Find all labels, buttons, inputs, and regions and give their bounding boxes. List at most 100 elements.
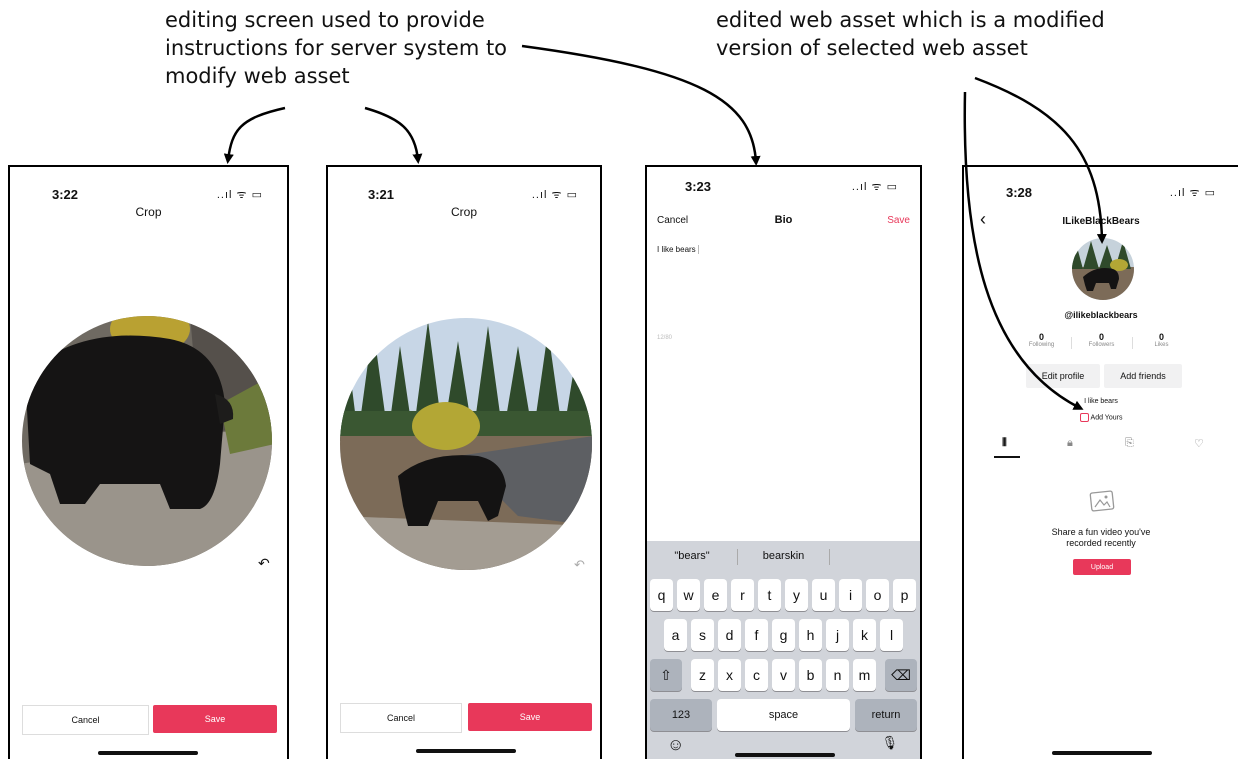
- crop-title: Crop: [450, 205, 477, 219]
- undo-icon[interactable]: ↶: [258, 555, 270, 572]
- key-o[interactable]: o: [866, 579, 889, 611]
- annotation-line: instructions for server system to: [165, 36, 508, 60]
- key-l[interactable]: l: [880, 619, 903, 651]
- add-friends-button[interactable]: Add friends: [1104, 364, 1182, 388]
- key-z[interactable]: z: [691, 659, 714, 691]
- tab-liked-icon[interactable]: ♡: [1194, 437, 1204, 450]
- phone-crop-2: 3:21 ..ıl ᯤ ▭ Crop ↶ Cancel Save: [326, 165, 602, 759]
- phone-crop-1: 3:22 ..ıl ᯤ ▭ Crop ↶ Cancel Save: [8, 165, 289, 759]
- profile-avatar[interactable]: [1071, 237, 1135, 301]
- annotation-line: modify web asset: [165, 64, 350, 88]
- key-p[interactable]: p: [893, 579, 916, 611]
- tab-private-lock-icon[interactable]: 🔒︎: [1067, 437, 1073, 450]
- key-r[interactable]: r: [731, 579, 754, 611]
- cancel-button[interactable]: Cancel: [340, 703, 462, 733]
- empty-state-line: Share a fun video you've: [1051, 527, 1151, 537]
- cancel-button[interactable]: Cancel: [22, 705, 149, 735]
- empty-state-line: recorded recently: [1066, 538, 1136, 548]
- status-time: 3:23: [685, 179, 712, 194]
- suggestion-2[interactable]: bearskin: [738, 550, 829, 562]
- undo-icon[interactable]: ↶: [574, 557, 585, 573]
- key-w[interactable]: w: [677, 579, 700, 611]
- bear-photo-crop[interactable]: [338, 316, 594, 572]
- photo-placeholder-icon: [1089, 490, 1115, 512]
- status-time: 3:28: [1006, 185, 1033, 200]
- add-yours-link[interactable]: Add Yours: [964, 413, 1238, 422]
- profile-handle: @ilikeblackbears: [1064, 310, 1138, 320]
- tab-videos-icon[interactable]: ⦀: [1002, 437, 1007, 450]
- home-indicator: [735, 753, 835, 757]
- key-u[interactable]: u: [812, 579, 835, 611]
- arrow-to-phone2: [364, 106, 423, 164]
- key-f[interactable]: f: [745, 619, 768, 651]
- profile-bio: I like bears: [1084, 398, 1118, 405]
- status-icons: ..ıl ᯤ ▭: [1169, 187, 1216, 199]
- stat-number: 0: [1098, 332, 1104, 342]
- bio-text-input[interactable]: I like bears: [657, 245, 699, 254]
- home-indicator: [416, 749, 516, 753]
- key-a[interactable]: a: [664, 619, 687, 651]
- key-b[interactable]: b: [799, 659, 822, 691]
- stat-likes[interactable]: 0 Likes: [1139, 332, 1184, 348]
- key-c[interactable]: c: [745, 659, 768, 691]
- microphone-icon[interactable]: 🎙: [881, 735, 898, 751]
- phone-bio-edit: 3:23 ..ıl ᯤ ▭ Cancel Bio Save I like bea…: [645, 165, 922, 759]
- suggestion-divider: [829, 549, 830, 565]
- stat-label: Following: [1028, 342, 1055, 348]
- home-indicator: [1052, 751, 1152, 755]
- empty-state-text: Share a fun video you've recorded recent…: [964, 527, 1238, 549]
- status-time: 3:21: [368, 187, 395, 202]
- bio-char-counter: 12/80: [657, 335, 673, 341]
- stat-label: Followers: [1088, 342, 1115, 348]
- key-v[interactable]: v: [772, 659, 795, 691]
- key-g[interactable]: g: [772, 619, 795, 651]
- annotation-line: edited web asset which is a modified: [716, 8, 1105, 32]
- return-key[interactable]: return: [855, 699, 917, 731]
- key-n[interactable]: n: [826, 659, 849, 691]
- key-q[interactable]: q: [650, 579, 673, 611]
- emoji-icon[interactable]: ☺: [667, 735, 684, 755]
- stat-divider: [1071, 337, 1072, 349]
- stat-following[interactable]: 0 Following: [1019, 332, 1064, 348]
- stat-number: 0: [1158, 332, 1164, 342]
- key-e[interactable]: e: [704, 579, 727, 611]
- edit-profile-button[interactable]: Edit profile: [1026, 364, 1100, 388]
- key-h[interactable]: h: [799, 619, 822, 651]
- key-x[interactable]: x: [718, 659, 741, 691]
- status-icons: ..ıl ᯤ ▭: [531, 189, 578, 201]
- stat-followers[interactable]: 0 Followers: [1079, 332, 1124, 348]
- stat-divider: [1132, 337, 1133, 349]
- annotation-edited-asset: edited web asset which is a modified ver…: [716, 6, 1176, 62]
- upload-button[interactable]: Upload: [1073, 559, 1131, 575]
- key-t[interactable]: t: [758, 579, 781, 611]
- save-button[interactable]: Save: [153, 705, 277, 733]
- key-d[interactable]: d: [718, 619, 741, 651]
- annotation-line: version of selected web asset: [716, 36, 1028, 60]
- suggestion-1[interactable]: "bears": [647, 550, 737, 562]
- phone-profile: 3:28 ..ıl ᯤ ▭ ‹ ILikeBlackBears @ilikebl…: [962, 165, 1238, 759]
- save-button[interactable]: Save: [468, 703, 592, 731]
- key-j[interactable]: j: [826, 619, 849, 651]
- tab-active-underline: [994, 456, 1020, 458]
- key-y[interactable]: y: [785, 579, 808, 611]
- key-k[interactable]: k: [853, 619, 876, 651]
- bear-photo-crop[interactable]: [20, 314, 275, 569]
- status-icons: ..ıl ᯤ ▭: [216, 189, 263, 201]
- stat-number: 0: [1038, 332, 1044, 342]
- stat-label: Likes: [1154, 342, 1169, 348]
- key-s[interactable]: s: [691, 619, 714, 651]
- annotation-editing-screen: editing screen used to provide instructi…: [165, 6, 585, 90]
- status-icons: ..ıl ᯤ ▭: [851, 181, 898, 193]
- key-i[interactable]: i: [839, 579, 862, 611]
- bio-title: Bio: [774, 214, 793, 226]
- space-key[interactable]: space: [717, 699, 850, 731]
- key-m[interactable]: m: [853, 659, 876, 691]
- arrow-to-phone1: [223, 106, 286, 164]
- numbers-key[interactable]: 123: [650, 699, 712, 731]
- backspace-key[interactable]: ⌫: [885, 659, 917, 691]
- bio-save-button[interactable]: Save: [887, 215, 910, 226]
- shift-key[interactable]: ⇧: [650, 659, 682, 691]
- keyboard: "bears" bearskin q w e r t y u i o p a s…: [647, 541, 920, 759]
- status-time: 3:22: [52, 187, 79, 202]
- tab-reposts-icon[interactable]: ⎘: [1125, 437, 1134, 450]
